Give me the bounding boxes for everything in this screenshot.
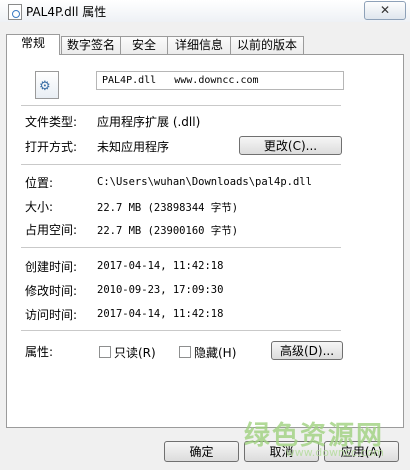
title-bar: PAL4P.dll 属性 ✕ bbox=[0, 0, 410, 22]
watermark-url: www.downcc.com bbox=[285, 446, 384, 459]
tab-security[interactable]: 安全 bbox=[120, 36, 168, 54]
file-type-label: 文件类型: bbox=[25, 115, 78, 129]
dll-file-icon: ⚙ bbox=[35, 71, 59, 99]
tab-general[interactable]: 常规 bbox=[6, 34, 60, 55]
separator bbox=[21, 247, 341, 248]
general-panel: ⚙ 文件类型: 应用程序扩展 (.dll) 打开方式: 未知应用程序 更改(C)… bbox=[6, 54, 404, 428]
tab-details[interactable]: 详细信息 bbox=[167, 36, 231, 54]
created-value: 2017-04-14, 11:42:18 bbox=[97, 260, 224, 272]
change-button[interactable]: 更改(C)... bbox=[239, 136, 342, 155]
location-value: C:\Users\wuhan\Downloads\pal4p.dll bbox=[97, 176, 312, 188]
size-value: 22.7 MB (23898344 字节) bbox=[97, 202, 239, 214]
open-with-label: 打开方式: bbox=[25, 140, 78, 154]
size-on-disk-label: 占用空间: bbox=[25, 223, 78, 237]
readonly-label[interactable]: 只读(R) bbox=[114, 344, 156, 361]
advanced-button[interactable]: 高级(D)... bbox=[271, 341, 343, 360]
accessed-label: 访问时间: bbox=[25, 308, 78, 322]
separator bbox=[21, 164, 341, 165]
open-with-value: 未知应用程序 bbox=[97, 140, 170, 154]
modified-value: 2010-09-23, 17:09:30 bbox=[97, 284, 224, 296]
file-type-value: 应用程序扩展 (.dll) bbox=[97, 115, 201, 129]
separator bbox=[21, 105, 341, 106]
tab-digital-signatures[interactable]: 数字签名 bbox=[61, 36, 121, 54]
file-name-field[interactable] bbox=[96, 71, 344, 90]
hidden-label[interactable]: 隐藏(H) bbox=[194, 344, 236, 361]
window-title: PAL4P.dll 属性 bbox=[26, 5, 107, 19]
size-label: 大小: bbox=[25, 200, 54, 214]
tab-previous-versions[interactable]: 以前的版本 bbox=[230, 36, 304, 54]
attributes-label: 属性: bbox=[25, 345, 54, 359]
dll-file-icon bbox=[8, 4, 22, 20]
close-button[interactable]: ✕ bbox=[364, 1, 406, 20]
close-icon: ✕ bbox=[379, 3, 391, 17]
ok-button[interactable]: 确定 bbox=[164, 441, 239, 462]
size-on-disk-value: 22.7 MB (23900160 字节) bbox=[97, 225, 239, 237]
separator bbox=[21, 330, 341, 331]
location-label: 位置: bbox=[25, 176, 54, 190]
accessed-value: 2017-04-14, 11:42:18 bbox=[97, 308, 224, 320]
created-label: 创建时间: bbox=[25, 260, 78, 274]
readonly-checkbox[interactable] bbox=[99, 346, 111, 358]
hidden-checkbox[interactable] bbox=[179, 346, 191, 358]
modified-label: 修改时间: bbox=[25, 284, 78, 298]
